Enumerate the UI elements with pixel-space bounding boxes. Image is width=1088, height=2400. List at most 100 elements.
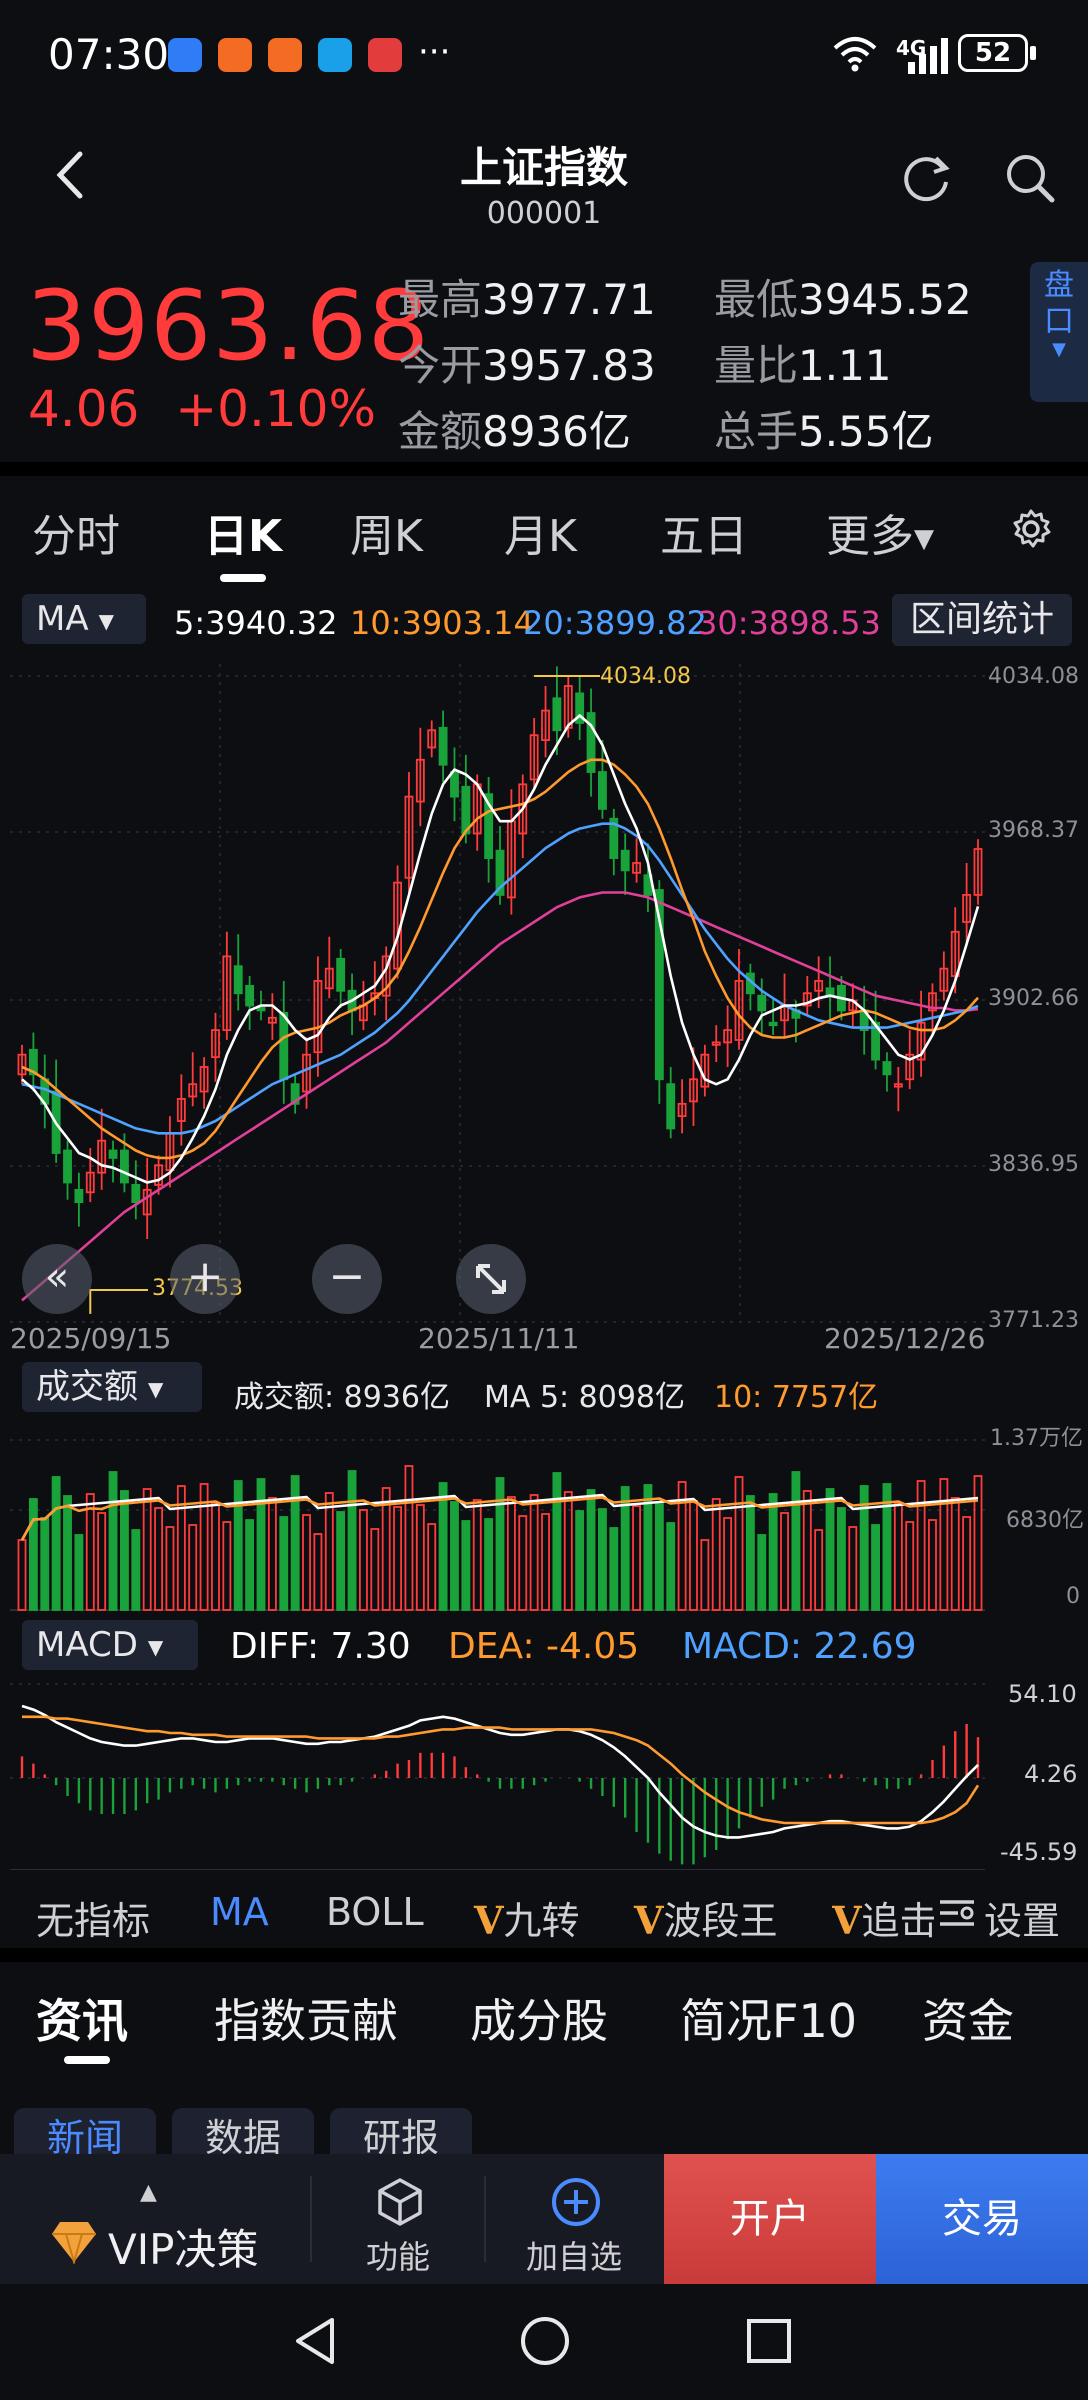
volume-indicator-label: 成交额 (36, 1367, 138, 1407)
tab-weekly-k[interactable]: 周K (350, 500, 423, 564)
tab-five-day[interactable]: 五日 (660, 500, 748, 564)
volume-bar (370, 1528, 380, 1611)
volume-bar (290, 1475, 300, 1611)
ma-indicator-select[interactable]: MA ▼ (22, 594, 146, 644)
trade-button[interactable]: 交易 (876, 2154, 1088, 2284)
pankou-label: 盘口 (1044, 268, 1074, 339)
volume-ma10: 10: 7757亿 (714, 1380, 879, 1415)
refresh-icon[interactable] (898, 150, 954, 206)
volume-bar (154, 1507, 163, 1611)
vip-decision-label: VIP决策 (108, 2225, 259, 2274)
volume-bar (768, 1493, 778, 1611)
tab-monthly-k[interactable]: 月K (504, 500, 577, 564)
indicator-tab-label: 波段王 (663, 1899, 778, 1943)
indicator-tab-boll[interactable]: BOLL (326, 1890, 424, 1934)
volume-bar (484, 1518, 494, 1611)
volume-bar (120, 1490, 129, 1611)
volume-bar (108, 1471, 118, 1611)
zoom-in-icon[interactable]: + (170, 1244, 240, 1314)
y-tick-label: 4034.08 (988, 664, 1079, 689)
indicator-tab-jiuzhuan[interactable]: V九转 (474, 1890, 580, 1945)
volume-bar (131, 1529, 141, 1611)
app-notification-icon (218, 38, 252, 72)
tab-more[interactable]: 更多▼ (826, 500, 934, 564)
pankou-toggle[interactable]: 盘口 ▼ (1030, 262, 1088, 402)
add-circle-icon (552, 2178, 600, 2226)
macd-diff: DIFF: 7.30 (230, 1626, 411, 1667)
active-tab-indicator (64, 2056, 110, 2064)
info-tab-news[interactable]: 资讯 (36, 1985, 128, 2051)
price-change: 4.06 +0.10% (28, 380, 376, 438)
nav-recents-icon[interactable] (744, 2316, 794, 2366)
candle-body (768, 1021, 778, 1027)
open-account-button[interactable]: 开户 (664, 2154, 876, 2284)
app-notification-icon (368, 38, 402, 72)
zoom-out-icon[interactable]: − (312, 1244, 382, 1314)
macd-indicator-select[interactable]: MACD ▼ (22, 1620, 198, 1670)
vip-v-icon: V (474, 1898, 504, 1943)
indicator-tab-none[interactable]: 无指标 (36, 1890, 150, 1945)
volume-bar (928, 1519, 937, 1611)
volume-bar (302, 1514, 311, 1611)
info-tab-f10[interactable]: 简况F10 (680, 1985, 857, 2051)
range-stats-button[interactable]: 区间统计 (892, 594, 1072, 646)
wifi-icon (832, 34, 878, 74)
indicator-tab-boduanwang[interactable]: V波段王 (634, 1890, 778, 1945)
tab-daily-k[interactable]: 日K (204, 500, 282, 564)
volume-bar (495, 1477, 505, 1611)
status-bar: 07:30 ··· 4G 52 (0, 0, 1088, 110)
volume-bar (973, 1475, 983, 1611)
add-watchlist-button[interactable]: 加自选 (486, 2154, 664, 2284)
kline-chart[interactable] (0, 650, 1088, 1870)
stat-amount: 金额8936亿 (398, 398, 631, 459)
indicator-tab-zhuiji[interactable]: V追击 (832, 1890, 936, 1945)
candle-body (233, 965, 243, 995)
nav-home-icon[interactable] (518, 2314, 572, 2368)
divider (0, 1948, 1088, 1962)
function-button[interactable]: 功能 (312, 2154, 484, 2284)
candle-body (598, 771, 607, 810)
volume-bar (723, 1517, 733, 1611)
stat-label: 今开 (398, 341, 483, 390)
divider (0, 462, 1088, 476)
candlestick-series (17, 666, 983, 1314)
caret-down-icon: ▼ (147, 1634, 164, 1659)
volume-bar (40, 1517, 50, 1611)
info-tab-funds[interactable]: 资金 (922, 1985, 1014, 2051)
tab-more-label: 更多 (826, 511, 914, 562)
candle-body (882, 1061, 892, 1076)
nav-back-icon[interactable] (290, 2314, 340, 2368)
indicator-tab-label: 九转 (503, 1899, 580, 1943)
stat-label: 量比 (714, 341, 799, 390)
stat-value: 3945.52 (798, 275, 972, 324)
info-tab-constituents[interactable]: 成分股 (470, 1985, 608, 2051)
candle-body (757, 994, 767, 1012)
volume-indicator-select[interactable]: 成交额 ▼ (22, 1362, 202, 1412)
volume-bar (552, 1472, 562, 1611)
y-tick-label: 3968.37 (988, 818, 1079, 843)
volume-bar (347, 1470, 357, 1611)
volume-bar (461, 1520, 471, 1611)
volume-bar (598, 1508, 607, 1611)
volume-bar (791, 1471, 801, 1611)
settings-gear-icon[interactable] (1010, 508, 1052, 550)
macd-lines (21, 1704, 980, 1839)
stat-value: 3957.83 (482, 341, 656, 390)
volume-ma5: MA 5: 8098亿 (484, 1380, 686, 1415)
scroll-left-icon[interactable]: « (22, 1244, 92, 1314)
volume-bar (518, 1515, 528, 1611)
tab-intraday[interactable]: 分时 (32, 500, 120, 564)
indicator-settings[interactable]: 设置 (934, 1884, 1088, 1943)
volume-bar (609, 1527, 619, 1611)
info-tab-index-contribution[interactable]: 指数贡献 (214, 1985, 398, 2051)
fullscreen-icon[interactable] (456, 1244, 526, 1314)
candle-body (120, 1149, 129, 1184)
function-label: 功能 (366, 2238, 431, 2276)
volume-bar (962, 1516, 972, 1611)
search-icon[interactable] (1002, 150, 1058, 206)
volume-bar (825, 1488, 835, 1611)
vip-decision-button[interactable]: ▲ VIP决策 (0, 2154, 310, 2284)
candle-body (552, 697, 562, 732)
volume-bar (700, 1539, 710, 1611)
indicator-tab-ma[interactable]: MA (210, 1890, 269, 1934)
